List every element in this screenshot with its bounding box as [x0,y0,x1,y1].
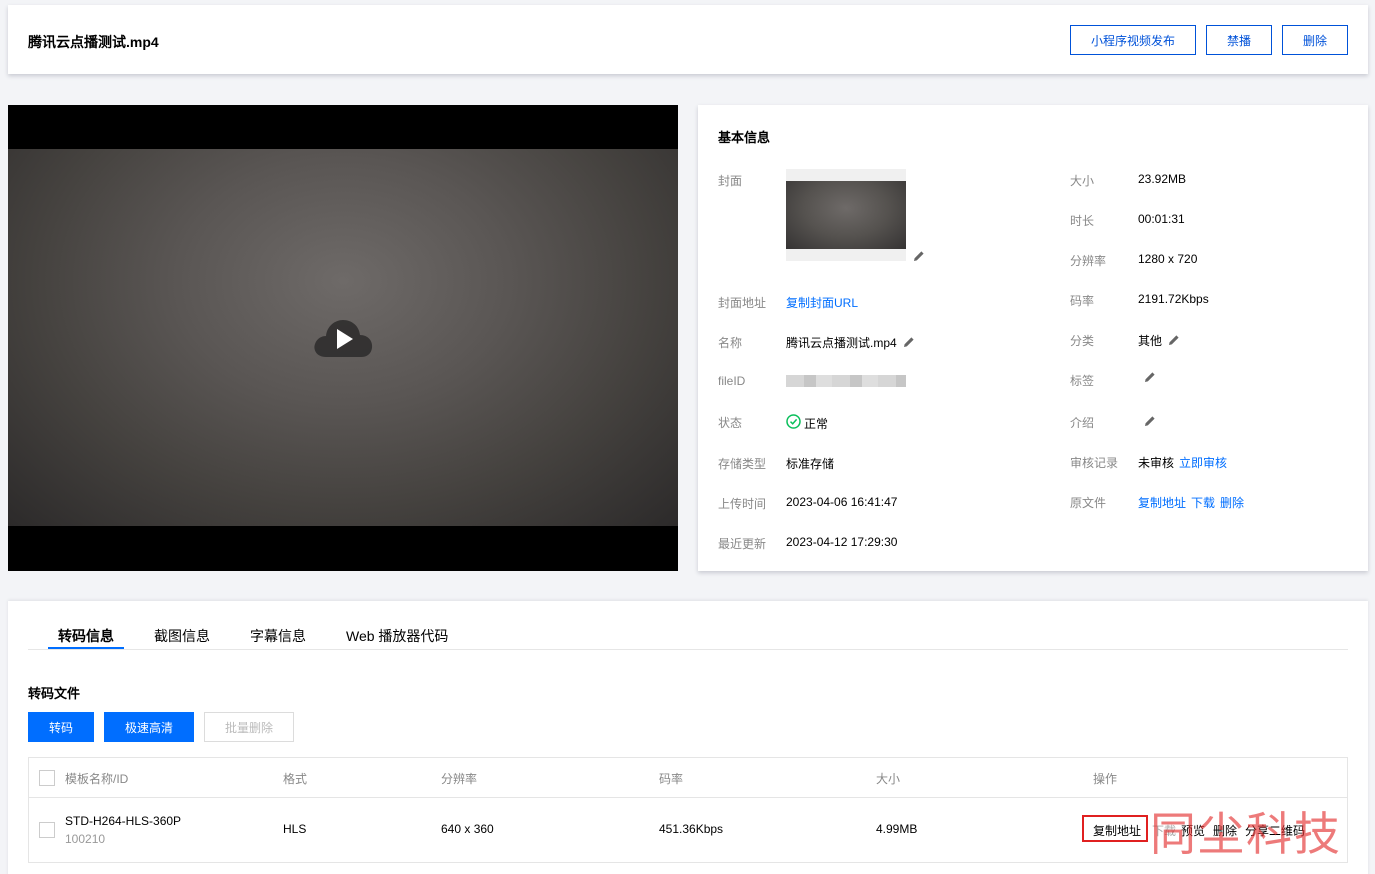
edit-cover-icon[interactable] [912,249,926,263]
row-checkbox[interactable] [39,822,55,838]
upload-time-label: 上传时间 [718,497,767,511]
batch-delete-button: 批量删除 [204,712,294,742]
ban-button[interactable]: 禁播 [1206,25,1272,55]
col-template-name: 模板名称/ID [65,772,129,786]
review-now-link[interactable]: 立即审核 [1179,454,1227,471]
col-bitrate: 码率 [659,772,684,786]
basic-info-panel: 基本信息 封面 封面地址 复制封面URL 名称 腾讯云点播测试.mp4 file… [698,105,1368,571]
transcode-button[interactable]: 转码 [28,712,94,742]
upload-time-value: 2023-04-06 16:41:47 [786,495,898,509]
duration-label: 时长 [1070,214,1095,228]
storage-label: 存储类型 [718,457,767,471]
review-label: 审核记录 [1070,456,1119,470]
transcode-files-title: 转码文件 [28,686,81,701]
status-value: 正常 [804,417,829,431]
edit-category-icon[interactable] [1167,333,1181,347]
intro-label: 介绍 [1070,416,1095,430]
col-format: 格式 [283,772,308,786]
tabs-divider [28,649,1348,650]
cover-url-label: 封面地址 [718,296,767,310]
row-format: HLS [283,822,307,836]
tags-label: 标签 [1070,374,1095,388]
fileid-value-blurred [786,375,906,387]
video-player[interactable] [8,105,678,571]
cover-thumbnail[interactable] [786,169,906,261]
template-id: 100210 [65,832,106,846]
edit-name-icon[interactable] [902,335,916,349]
select-all-checkbox[interactable] [39,770,55,786]
tab-web-player-code[interactable]: Web 播放器代码 [346,626,448,646]
col-resolution: 分辨率 [441,772,478,786]
size-label: 大小 [1070,174,1095,188]
play-button[interactable] [312,315,374,361]
resolution-value: 1280 x 720 [1138,252,1198,266]
storage-value: 标准存储 [786,457,835,471]
cover-image [786,181,906,249]
name-value: 腾讯云点播测试.mp4 [786,336,897,350]
status-ok-icon [786,414,801,429]
row-copy-address-link[interactable]: 复制地址 [1093,822,1141,839]
turbo-hd-button[interactable]: 极速高清 [104,712,194,742]
bitrate-value: 2191.72Kbps [1138,292,1209,306]
tab-transcode-info[interactable]: 转码信息 [58,626,114,646]
source-download-link[interactable]: 下载 [1191,494,1215,511]
source-delete-link[interactable]: 删除 [1220,494,1244,511]
cover-label: 封面 [718,174,743,188]
status-label: 状态 [718,416,743,430]
size-value: 23.92MB [1138,172,1187,186]
source-file-label: 原文件 [1070,496,1107,510]
row-resolution: 640 x 360 [441,822,494,836]
page-title: 腾讯云点播测试.mp4 [28,34,159,50]
play-cloud-icon [314,320,373,357]
row-size: 4.99MB [876,822,918,836]
source-copy-link[interactable]: 复制地址 [1138,494,1186,511]
category-value: 其他 [1138,334,1163,348]
updated-time-label: 最近更新 [718,537,767,551]
name-label: 名称 [718,336,743,350]
row-bitrate: 451.36Kbps [659,822,724,836]
col-actions: 操作 [1093,772,1118,786]
fileid-label: fileID [718,374,746,388]
delete-button[interactable]: 删除 [1282,25,1348,55]
edit-intro-icon[interactable] [1143,414,1157,428]
duration-value: 00:01:31 [1138,212,1185,226]
mini-program-publish-button[interactable]: 小程序视频发布 [1070,25,1196,55]
watermark-text: 同尘科技 [1150,807,1342,861]
tab-screenshot-info[interactable]: 截图信息 [154,626,210,646]
col-size: 大小 [876,772,901,786]
table-header-divider [29,797,1347,798]
basic-info-title: 基本信息 [718,130,771,145]
edit-tags-icon[interactable] [1143,370,1157,384]
updated-time-value: 2023-04-12 17:29:30 [786,535,898,549]
header-bar: 腾讯云点播测试.mp4 小程序视频发布 禁播 删除 [8,5,1368,74]
copy-cover-url-link[interactable]: 复制封面URL [786,294,858,311]
bitrate-label: 码率 [1070,294,1095,308]
review-value: 未审核 [1138,456,1175,470]
template-name: STD-H264-HLS-360P [65,814,182,828]
tab-subtitle-info[interactable]: 字幕信息 [250,626,306,646]
category-label: 分类 [1070,334,1095,348]
resolution-label: 分辨率 [1070,254,1107,268]
